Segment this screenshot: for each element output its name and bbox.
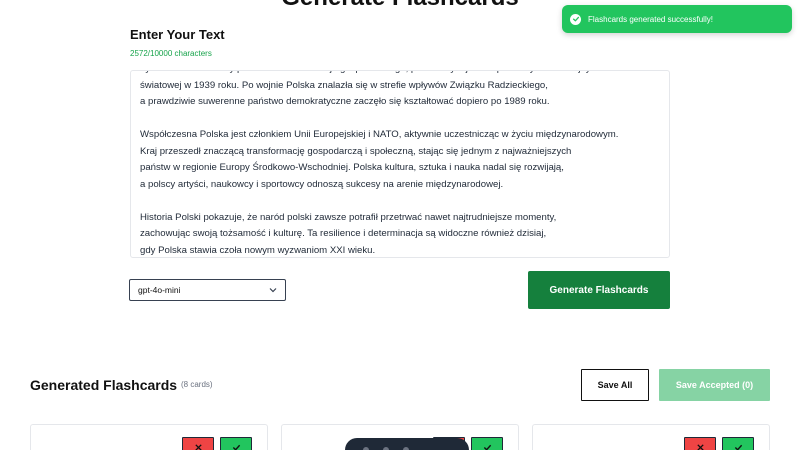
toast-message: Flashcards generated successfully! (588, 14, 713, 24)
text-line: gdy Polska stawia czoła nowym wyzwaniom … (140, 244, 376, 256)
success-toast: Flashcards generated successfully! (562, 5, 792, 33)
text-line: Kraj przeszedł znaczącą transformację go… (140, 145, 572, 157)
text-line: był czasem odbudowy państwowości i rozwo… (140, 71, 660, 78)
text-paragraph: Współczesna Polska jest członkiem Unii E… (140, 127, 660, 193)
text-paragraph: Historia Polski pokazuje, że naród polsk… (140, 210, 660, 258)
text-line: światowej w 1939 roku. Po wojnie Polska … (140, 79, 548, 91)
save-accepted-button[interactable]: Save Accepted (0) (659, 369, 770, 401)
check-icon (483, 444, 491, 450)
cards-count: (8 cards) (181, 380, 213, 389)
text-line: Współczesna Polska jest członkiem Unii E… (140, 129, 619, 140)
generate-flashcards-button[interactable]: Generate Flashcards (528, 271, 670, 309)
check-icon (734, 444, 742, 450)
text-line: a prawdziwie suwerenne państwo demokraty… (140, 96, 550, 107)
accept-button[interactable] (220, 437, 252, 450)
save-all-button[interactable]: Save All (581, 369, 649, 401)
close-icon (194, 443, 202, 450)
generated-flashcards-title: Generated Flashcards (30, 377, 178, 393)
text-line: a polscy artyści, naukowcy i sportowcy o… (140, 178, 504, 190)
text-line: Historia Polski pokazuje, że naród polsk… (140, 211, 557, 223)
flashcard (532, 424, 770, 450)
flashcard (30, 424, 268, 450)
source-text-area[interactable]: był czasem odbudowy państwowości i rozwo… (130, 70, 670, 258)
model-select[interactable]: gpt-4o-mini (129, 279, 286, 301)
close-icon (696, 443, 704, 450)
text-line: zachowując swoją tożsamość i kulturę. Ta… (140, 228, 547, 239)
floating-toolbar[interactable] (345, 438, 469, 450)
text-line: państw w regionie Europy Środkowo-Wschod… (140, 162, 564, 173)
reject-button[interactable] (684, 437, 716, 450)
check-circle-icon (570, 13, 581, 25)
accept-button[interactable] (471, 437, 503, 450)
chevron-down-icon (269, 286, 277, 294)
model-select-value: gpt-4o-mini (138, 285, 181, 295)
character-counter: 2572/10000 characters (130, 49, 212, 58)
check-icon (232, 444, 240, 450)
accept-button[interactable] (722, 437, 754, 450)
input-label: Enter Your Text (130, 27, 225, 42)
text-paragraph: był czasem odbudowy państwowości i rozwo… (140, 71, 660, 111)
reject-button[interactable] (182, 437, 214, 450)
source-text: był czasem odbudowy państwowości i rozwo… (140, 71, 660, 258)
